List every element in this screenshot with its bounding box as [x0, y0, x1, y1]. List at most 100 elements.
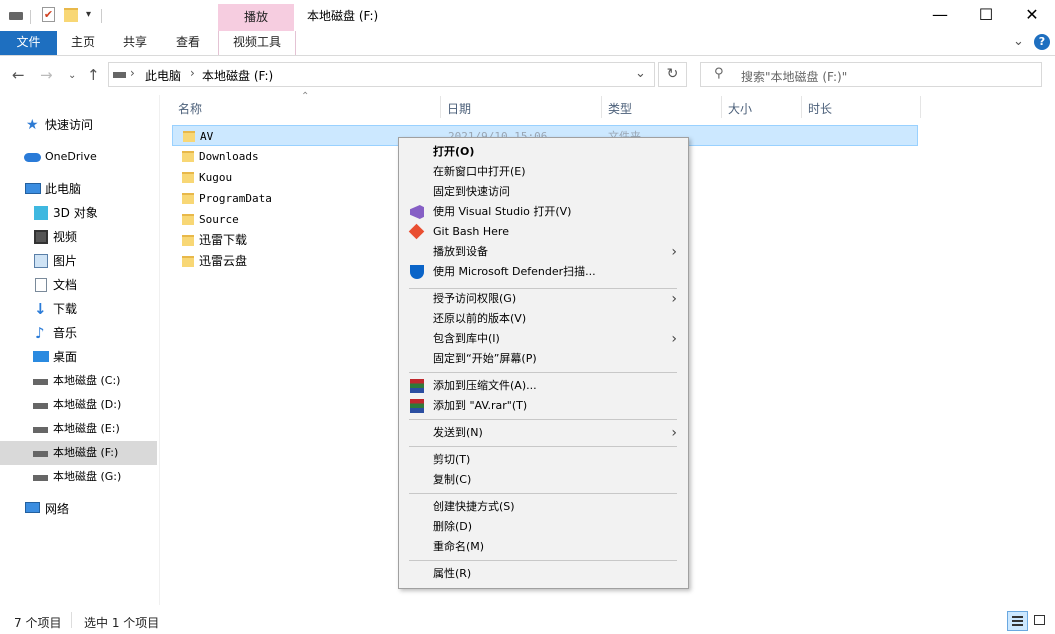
nav-documents[interactable]: 文档: [0, 273, 157, 297]
ribbon-collapse-icon[interactable]: ⌄: [1013, 34, 1024, 49]
close-button[interactable]: ✕: [1009, 0, 1055, 30]
customize-toolbar-icon[interactable]: ▾: [86, 9, 91, 20]
nav-pictures[interactable]: 图片: [0, 249, 157, 273]
breadcrumb-drive-f[interactable]: 本地磁盘 (F:): [202, 67, 273, 84]
search-placeholder: 搜索"本地磁盘 (F:)": [741, 70, 848, 84]
tab-share[interactable]: 共享: [112, 31, 158, 55]
column-separator[interactable]: [440, 96, 441, 118]
tab-home[interactable]: 主页: [60, 31, 106, 55]
menu-item-open[interactable]: 打开(O): [400, 142, 687, 162]
address-dropdown-icon[interactable]: ⌄: [635, 66, 646, 81]
visual-studio-icon: [410, 205, 424, 219]
column-header-size[interactable]: 大小: [728, 100, 752, 117]
column-separator[interactable]: [801, 96, 802, 118]
menu-separator: [409, 372, 677, 373]
menu-item-add-to-archive[interactable]: 添加到压缩文件(A)...: [400, 376, 687, 396]
nav-downloads[interactable]: ↓ 下载: [0, 297, 157, 321]
up-arrow-icon[interactable]: ↑: [87, 66, 100, 84]
nav-label: 桌面: [53, 350, 78, 364]
menu-item-add-to-av-rar[interactable]: 添加到 "AV.rar"(T): [400, 396, 687, 416]
menu-item-defender-scan[interactable]: 使用 Microsoft Defender扫描...: [400, 262, 687, 282]
column-header-type[interactable]: 类型: [608, 100, 632, 117]
menu-item-open-visual-studio[interactable]: 使用 Visual Studio 打开(V): [400, 202, 687, 222]
nav-videos[interactable]: 视频: [0, 225, 157, 249]
menu-item-include-in-library[interactable]: 包含到库中(I) ›: [400, 329, 687, 349]
large-icons-view-button[interactable]: [1030, 611, 1051, 631]
submenu-arrow-icon: ›: [671, 291, 677, 307]
menu-item-open-new-window[interactable]: 在新窗口中打开(E): [400, 162, 687, 182]
folder-icon: [182, 235, 194, 246]
menu-item-send-to[interactable]: 发送到(N) ›: [400, 423, 687, 443]
tab-view[interactable]: 查看: [165, 31, 211, 55]
help-icon[interactable]: ?: [1034, 34, 1050, 50]
file-name: ProgramData: [199, 192, 272, 205]
nav-label: 文档: [53, 278, 78, 292]
menu-label: 属性(R): [433, 567, 472, 580]
nav-desktop[interactable]: 桌面: [0, 345, 157, 369]
menu-item-copy[interactable]: 复制(C): [400, 470, 687, 490]
back-arrow-icon[interactable]: ←: [12, 66, 25, 84]
menu-item-delete[interactable]: 删除(D): [400, 517, 687, 537]
file-name: 迅雷云盘: [199, 254, 248, 268]
menu-item-cast-to-device[interactable]: 播放到设备 ›: [400, 242, 687, 262]
menu-item-git-bash[interactable]: Git Bash Here: [400, 222, 687, 242]
menu-label: 剪切(T): [433, 453, 471, 466]
breadcrumb-this-pc[interactable]: 此电脑: [145, 67, 181, 84]
nav-onedrive[interactable]: OneDrive: [0, 145, 157, 169]
toolbar-divider: [30, 10, 31, 24]
menu-item-restore-versions[interactable]: 还原以前的版本(V): [400, 309, 687, 329]
menu-item-create-shortcut[interactable]: 创建快捷方式(S): [400, 497, 687, 517]
minimize-button[interactable]: —: [917, 0, 963, 30]
column-header-date[interactable]: 日期: [447, 100, 471, 117]
nav-3d-objects[interactable]: 3D 对象: [0, 201, 157, 225]
pane-divider[interactable]: [159, 95, 160, 605]
address-bar[interactable]: › 此电脑 › 本地磁盘 (F:) ⌄: [108, 62, 655, 87]
nav-drive-e[interactable]: 本地磁盘 (E:): [0, 417, 157, 441]
nav-label: 本地磁盘 (D:): [53, 398, 122, 411]
menu-label: 创建快捷方式(S): [433, 500, 515, 513]
nav-music[interactable]: ♪ 音乐: [0, 321, 157, 345]
nav-network[interactable]: 网络: [0, 497, 157, 521]
nav-drive-c[interactable]: 本地磁盘 (C:): [0, 369, 157, 393]
menu-item-cut[interactable]: 剪切(T): [400, 450, 687, 470]
cloud-icon: [24, 153, 41, 162]
details-view-icon: [1012, 616, 1023, 618]
column-header-duration[interactable]: 时长: [808, 100, 832, 117]
ribbon-bar: [0, 31, 1055, 56]
column-header-name[interactable]: 名称: [178, 100, 202, 117]
maximize-button[interactable]: ☐: [963, 0, 1009, 30]
menu-item-rename[interactable]: 重命名(M): [400, 537, 687, 557]
nav-drive-d[interactable]: 本地磁盘 (D:): [0, 393, 157, 417]
menu-label: 重命名(M): [433, 540, 485, 553]
nav-label: 网络: [45, 502, 70, 516]
download-arrow-icon: ↓: [34, 300, 47, 318]
recent-locations-icon[interactable]: ⌄: [68, 70, 76, 81]
nav-drive-f[interactable]: 本地磁盘 (F:): [0, 441, 157, 465]
nav-drive-g[interactable]: 本地磁盘 (G:): [0, 465, 157, 489]
refresh-button[interactable]: ↻: [658, 62, 687, 87]
menu-item-give-access[interactable]: 授予访问权限(G) ›: [400, 289, 687, 309]
column-separator[interactable]: [721, 96, 722, 118]
search-input[interactable]: ⚲ 搜索"本地磁盘 (F:)": [700, 62, 1042, 87]
nav-this-pc[interactable]: 此电脑: [0, 177, 157, 201]
nav-label: 本地磁盘 (C:): [53, 374, 121, 387]
properties-icon[interactable]: ✔: [42, 7, 55, 22]
tab-video-tools[interactable]: 视频工具: [218, 31, 296, 55]
toolbar-divider: [101, 9, 102, 23]
new-folder-icon[interactable]: [64, 8, 78, 22]
picture-icon: [34, 254, 48, 268]
menu-separator: [409, 560, 677, 561]
menu-item-properties[interactable]: 属性(R): [400, 564, 687, 584]
folder-icon: [182, 193, 194, 204]
column-separator[interactable]: [920, 96, 921, 118]
cube-icon: [34, 206, 48, 220]
forward-arrow-icon[interactable]: →: [40, 66, 53, 84]
path-separator: ›: [190, 66, 195, 80]
nav-quick-access[interactable]: ★ 快速访问: [0, 113, 157, 137]
menu-label: 删除(D): [433, 520, 473, 533]
menu-item-pin-to-start[interactable]: 固定到“开始”屏幕(P): [400, 349, 687, 369]
tab-file[interactable]: 文件: [0, 31, 57, 55]
menu-item-pin-quick-access[interactable]: 固定到快速访问: [400, 182, 687, 202]
column-separator[interactable]: [601, 96, 602, 118]
details-view-button[interactable]: [1007, 611, 1028, 631]
